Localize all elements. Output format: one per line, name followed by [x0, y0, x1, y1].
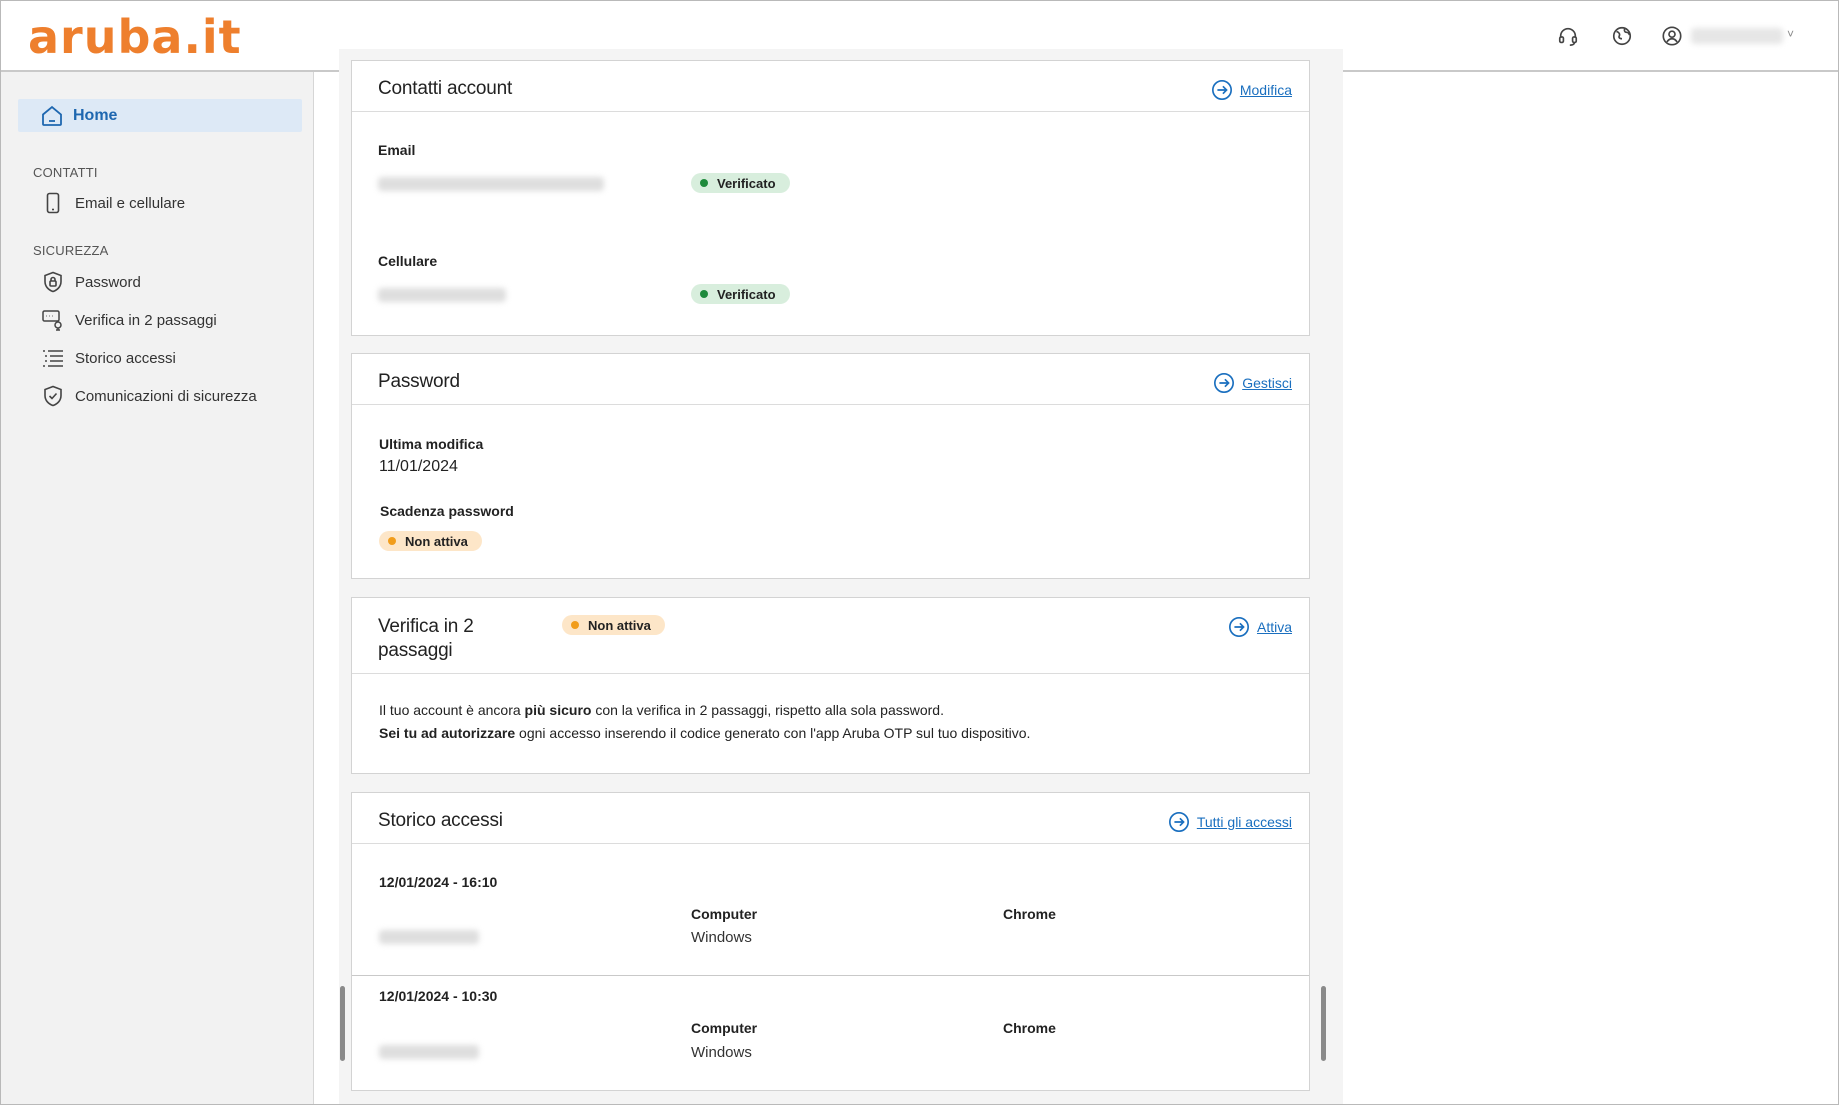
- modifica-link-text[interactable]: Modifica: [1240, 82, 1292, 98]
- card-title-line: passaggi: [378, 640, 453, 661]
- access-datetime: 12/01/2024 - 16:10: [379, 874, 498, 890]
- arrow-right-circle-icon: [1228, 617, 1249, 637]
- aruba-logo[interactable]: aruba.it: [28, 10, 242, 64]
- cellulare-status-badge: Verificato: [691, 284, 790, 304]
- sidebar-item-label: Verifica in 2 passaggi: [75, 311, 217, 329]
- card-contatti-account: Contatti account Modifica Email Verifica…: [351, 60, 1310, 336]
- two-factor-icon: [42, 310, 62, 331]
- card-verifica-2-passaggi: Verifica in 2 passaggi Non attiva Attiva…: [351, 597, 1310, 774]
- cellulare-label: Cellulare: [378, 253, 438, 269]
- scrollbar-right[interactable]: [1321, 986, 1326, 1061]
- verifica-description: Il tuo account è ancora più sicuro con l…: [379, 699, 1030, 745]
- user-icon[interactable]: [1661, 25, 1683, 47]
- access-os: Windows: [691, 929, 752, 946]
- access-device: Computer: [691, 1020, 758, 1036]
- cellulare-value-redacted: [378, 288, 506, 302]
- badge-text: Non attiva: [588, 617, 651, 633]
- list-icon: [43, 350, 63, 367]
- modifica-link[interactable]: Modifica: [1211, 79, 1292, 101]
- headset-icon[interactable]: [1557, 25, 1579, 47]
- card-title: Password: [378, 371, 460, 392]
- user-menu-chevron-icon[interactable]: ˅: [1787, 27, 1794, 41]
- card-header: Verifica in 2 passaggi Non attiva Attiva: [352, 598, 1309, 674]
- ultima-modifica-value: 11/01/2024: [379, 458, 458, 475]
- card-title: Storico accessi: [378, 810, 503, 831]
- sidebar-section-contatti: CONTATTI: [33, 165, 98, 180]
- gestisci-link-text[interactable]: Gestisci: [1242, 375, 1292, 391]
- email-label: Email: [378, 142, 416, 158]
- globe-icon[interactable]: [1611, 25, 1633, 47]
- access-browser: Chrome: [1003, 1020, 1056, 1036]
- sidebar-item-label: Email e cellulare: [75, 194, 186, 212]
- app-window: aruba.it ˅ Home CONTATTI Email e cellula…: [0, 0, 1839, 1105]
- card-header: Contatti account Modifica: [352, 61, 1309, 112]
- phone-icon: [46, 192, 60, 214]
- sidebar-item-password[interactable]: Password: [41, 269, 141, 295]
- gestisci-link[interactable]: Gestisci: [1213, 372, 1292, 394]
- card-header: Password Gestisci: [352, 354, 1309, 405]
- card-title-line: Verifica in 2: [378, 616, 474, 637]
- arrow-right-circle-icon: [1214, 373, 1235, 393]
- text: Il tuo account è ancora: [379, 702, 525, 718]
- arrow-right-circle-icon: [1168, 812, 1189, 832]
- attiva-link[interactable]: Attiva: [1228, 616, 1292, 638]
- access-browser: Chrome: [1003, 906, 1056, 922]
- access-os: Windows: [691, 1044, 752, 1061]
- tutti-gli-accessi-link[interactable]: Tutti gli accessi: [1168, 811, 1292, 833]
- card-password: Password Gestisci Ultima modifica 11/01/…: [351, 353, 1310, 579]
- email-status-badge: Verificato: [691, 173, 790, 193]
- access-datetime: 12/01/2024 - 10:30: [379, 988, 498, 1004]
- sidebar-item-verifica[interactable]: Verifica in 2 passaggi: [41, 307, 217, 333]
- card-title: Contatti account: [378, 78, 513, 99]
- card-header: Storico accessi Tutti gli accessi: [352, 793, 1309, 844]
- access-device: Computer: [691, 906, 758, 922]
- text: ogni accesso inserendo il codice generat…: [515, 725, 1031, 741]
- sidebar-item-comunicazioni[interactable]: Comunicazioni di sicurezza: [41, 383, 257, 409]
- sidebar-item-email-cellulare[interactable]: Email e cellulare: [41, 190, 185, 216]
- ultima-modifica-label: Ultima modifica: [379, 436, 484, 452]
- card-storico-accessi: Storico accessi Tutti gli accessi 12/01/…: [351, 792, 1310, 1091]
- sidebar-section-sicurezza: SICUREZZA: [33, 243, 109, 258]
- row-divider: [352, 975, 1309, 976]
- sidebar-item-label: Password: [75, 273, 141, 291]
- arrow-right-circle-icon: [1211, 80, 1232, 100]
- scadenza-password-label: Scadenza password: [380, 503, 514, 519]
- text-bold: più sicuro: [524, 702, 592, 718]
- shield-check-icon: [44, 385, 62, 407]
- verifica-status-badge: Non attiva: [562, 615, 665, 635]
- text: con la verifica in 2 passaggi, rispetto …: [591, 702, 944, 718]
- scrollbar-left[interactable]: [340, 986, 345, 1061]
- scadenza-status-badge: Non attiva: [379, 531, 482, 551]
- badge-text: Non attiva: [405, 533, 468, 549]
- sidebar-item-label: Comunicazioni di sicurezza: [75, 387, 257, 405]
- email-value-redacted: [378, 177, 604, 191]
- text-bold: Sei tu ad autorizzare: [379, 725, 516, 741]
- sidebar-item-label: Storico accessi: [75, 349, 176, 367]
- sidebar-item-label: Home: [73, 106, 118, 124]
- user-name-redacted[interactable]: [1691, 28, 1783, 44]
- access-ip-redacted: [379, 930, 479, 944]
- access-ip-redacted: [379, 1045, 479, 1059]
- badge-text: Verificato: [717, 286, 776, 302]
- card-title: Verifica in 2 passaggi: [378, 615, 474, 663]
- sidebar-item-storico[interactable]: Storico accessi: [41, 345, 176, 371]
- shield-lock-icon: [44, 271, 62, 293]
- badge-text: Verificato: [717, 175, 776, 191]
- header-divider-right: [1343, 70, 1838, 72]
- sidebar: Home CONTATTI Email e cellulare SICUREZZ…: [1, 72, 314, 1104]
- attiva-link-text[interactable]: Attiva: [1257, 619, 1292, 635]
- sidebar-item-home[interactable]: Home: [18, 99, 302, 132]
- tutti-gli-accessi-link-text[interactable]: Tutti gli accessi: [1197, 814, 1292, 830]
- home-icon: [42, 105, 62, 126]
